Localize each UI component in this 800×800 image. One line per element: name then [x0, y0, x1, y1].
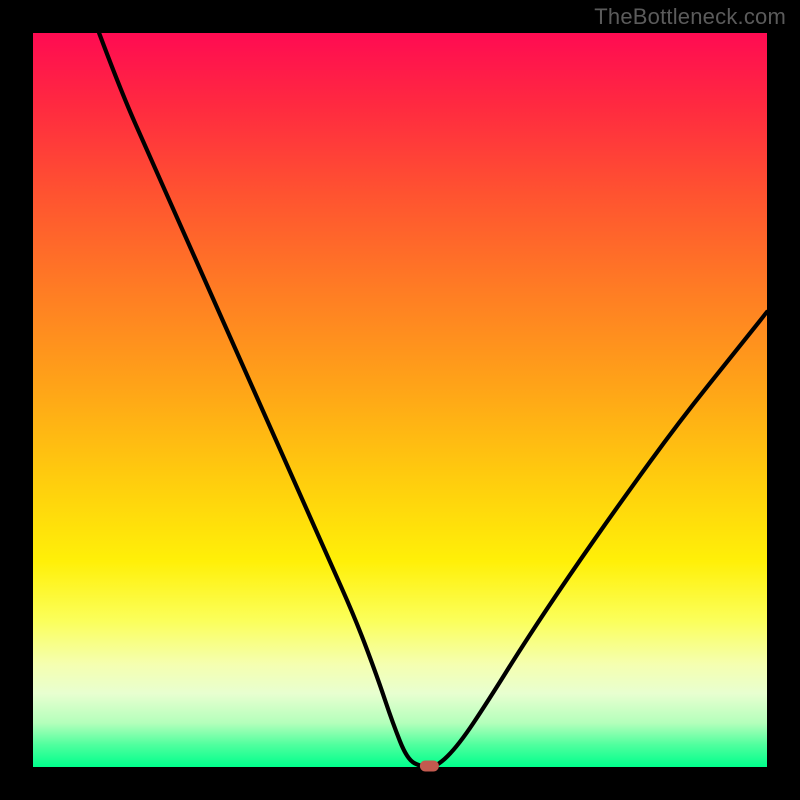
bottleneck-curve	[33, 33, 767, 767]
chart-frame: TheBottleneck.com	[0, 0, 800, 800]
watermark-text: TheBottleneck.com	[594, 4, 786, 30]
plot-area	[33, 33, 767, 767]
trough-marker	[420, 761, 438, 771]
curve-path	[99, 33, 767, 767]
